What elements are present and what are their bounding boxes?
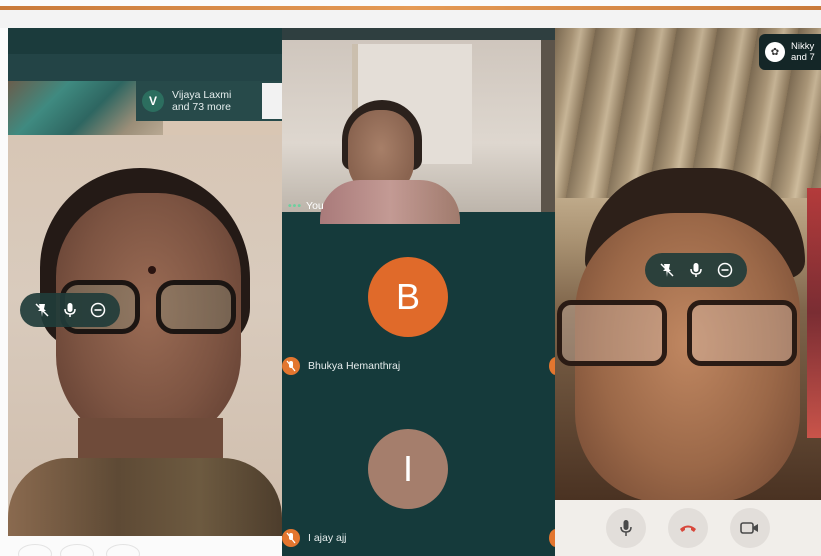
mic-toggle-button[interactable] bbox=[606, 508, 646, 548]
participant-avatar-icon: ✿ bbox=[765, 42, 785, 62]
video-dark-edge bbox=[541, 40, 555, 212]
participant-bindi bbox=[148, 266, 156, 274]
more-participants-text: Vijaya Laxmi and 73 more bbox=[172, 89, 231, 113]
pin-icon[interactable] bbox=[29, 297, 55, 323]
tile-controls-pill bbox=[20, 293, 120, 327]
participant-glasses bbox=[557, 300, 807, 372]
tile-controls-pill bbox=[645, 253, 747, 287]
muted-mic-icon bbox=[282, 357, 300, 375]
self-label: ••• You bbox=[288, 200, 324, 212]
participant-avatar-i[interactable]: I bbox=[368, 429, 448, 509]
status-bar bbox=[282, 28, 555, 40]
overflow-chip-text: Nikky and 7 bbox=[791, 41, 815, 63]
meeting-screenshot: V Vijaya Laxmi and 73 more ••• You B Bhu… bbox=[0, 0, 821, 556]
mic-icon[interactable] bbox=[57, 297, 83, 323]
end-call-button[interactable] bbox=[668, 508, 708, 548]
more-participants-count: and 73 more bbox=[172, 101, 231, 113]
participant-tile-middle: ••• You B Bhukya Hemanthraj I I ajay ajj bbox=[282, 28, 555, 556]
participant-tile-right[interactable]: ✿ Nikky and 7 bbox=[555, 28, 821, 556]
tile-white-edge bbox=[262, 83, 282, 119]
more-participants-name: Vijaya Laxmi bbox=[172, 89, 232, 101]
faint-circle bbox=[106, 544, 140, 556]
remove-icon[interactable] bbox=[85, 297, 111, 323]
top-white-bar bbox=[0, 10, 821, 28]
call-controls-bar bbox=[555, 500, 821, 556]
faint-circle bbox=[60, 544, 94, 556]
self-clothing bbox=[320, 180, 460, 224]
faint-circle bbox=[18, 544, 52, 556]
overflow-chip-name: Nikky bbox=[791, 41, 815, 52]
overflow-chip-count: and 7 bbox=[791, 52, 815, 63]
participant-body bbox=[8, 458, 282, 536]
participant-overflow-chip[interactable]: ✿ Nikky and 7 bbox=[759, 34, 821, 70]
participant-initial-avatar: V bbox=[142, 90, 164, 112]
muted-mic-icon bbox=[282, 529, 300, 547]
participant-name: Bhukya Hemanthraj bbox=[308, 360, 401, 372]
camera-toggle-button[interactable] bbox=[730, 508, 770, 548]
tile-top-bar bbox=[8, 28, 282, 54]
self-video[interactable]: ••• You bbox=[282, 40, 555, 224]
speaking-dots-icon: ••• bbox=[288, 200, 303, 212]
video-red-edge bbox=[807, 188, 821, 438]
participant-avatar-b[interactable]: B bbox=[368, 257, 448, 337]
participant-name: I ajay ajj bbox=[308, 532, 347, 544]
remove-icon[interactable] bbox=[712, 257, 738, 283]
self-label-text: You bbox=[306, 200, 324, 212]
participant-tile-left[interactable]: V Vijaya Laxmi and 73 more bbox=[8, 28, 282, 536]
more-participants-chip[interactable]: V Vijaya Laxmi and 73 more bbox=[136, 81, 282, 121]
pin-icon[interactable] bbox=[654, 257, 680, 283]
participant-name-row: Bhukya Hemanthraj bbox=[282, 357, 400, 375]
participant-name-row: I ajay ajj bbox=[282, 529, 347, 547]
mic-icon[interactable] bbox=[683, 257, 709, 283]
